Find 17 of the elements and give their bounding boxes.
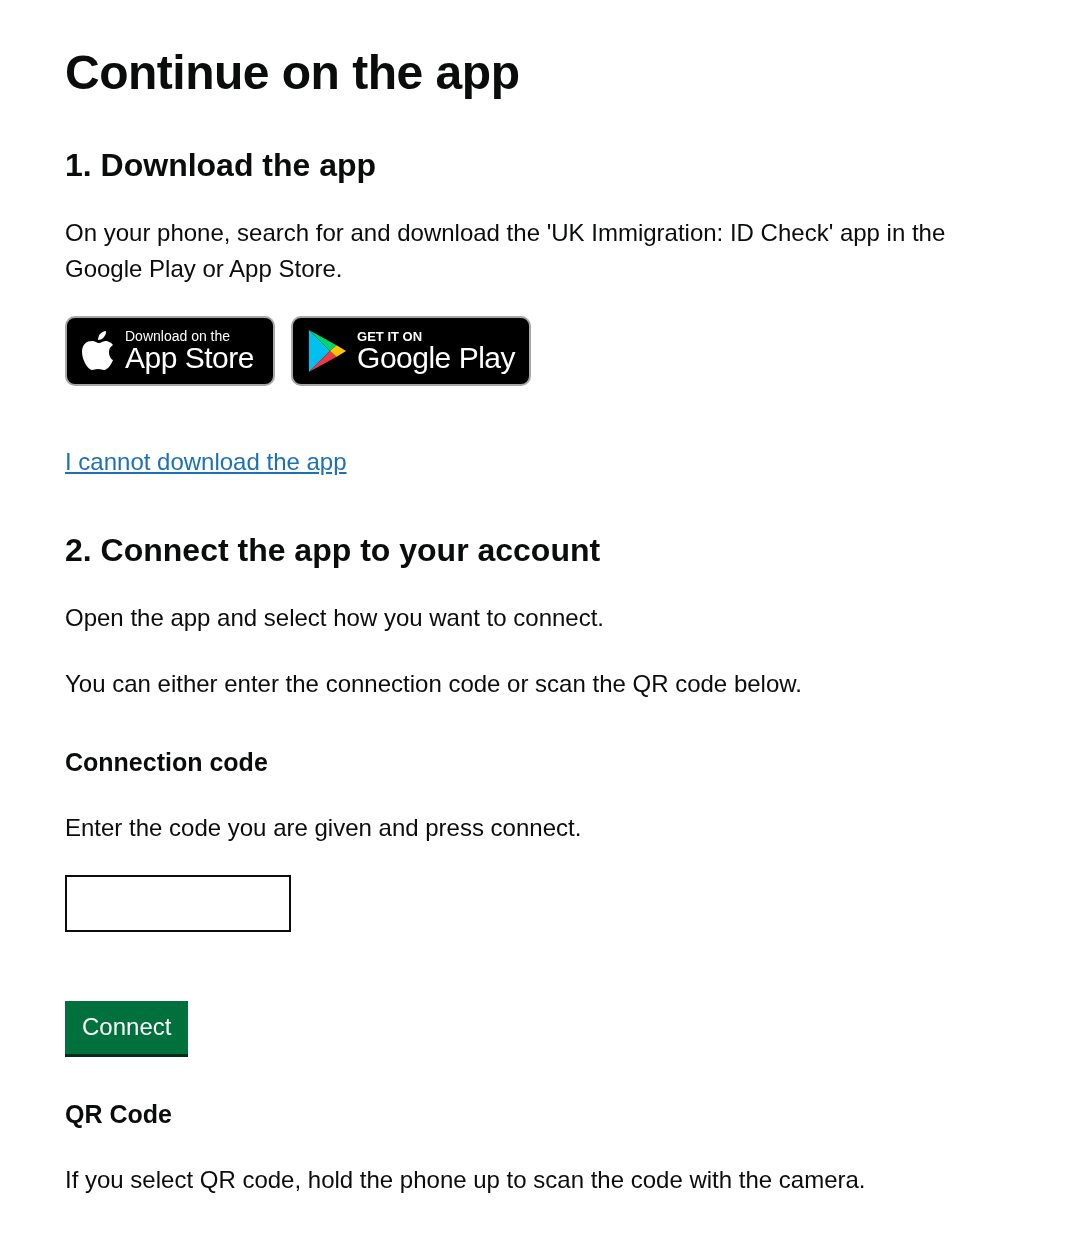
connect-button[interactable]: Connect bbox=[65, 1001, 189, 1054]
paragraph: If you select QR code, hold the phone up to scan the code with the camera. bbox=[65, 1165, 867, 1195]
paragraph: Open the app and select how you want to connect. bbox=[65, 603, 606, 633]
paragraph: You can either enter the connection code or scan the QR code below. bbox=[65, 669, 803, 699]
subheading: Connection code bbox=[65, 747, 269, 778]
store-badge[interactable]: GET IT ON Google Play bbox=[291, 316, 531, 386]
play-triangle-icon bbox=[307, 328, 348, 374]
connection-code-field[interactable] bbox=[65, 875, 291, 932]
paragraph: Enter the code you are given and press connect. bbox=[65, 813, 583, 843]
section-heading: 2. Connect the app to your account bbox=[65, 531, 602, 570]
subheading: QR Code bbox=[65, 1099, 173, 1130]
help-link[interactable]: I cannot download the app bbox=[65, 444, 347, 480]
section-heading: 1. Download the app bbox=[65, 146, 378, 185]
store-badge[interactable]: Download on the App Store bbox=[65, 316, 275, 386]
apple-logo-icon bbox=[81, 331, 115, 371]
page-title: Continue on the app bbox=[65, 45, 521, 101]
paragraph: On your phone, search for and download the 'UK Immigration: ID Check' app in the Google Play or App Store. bbox=[65, 218, 947, 284]
